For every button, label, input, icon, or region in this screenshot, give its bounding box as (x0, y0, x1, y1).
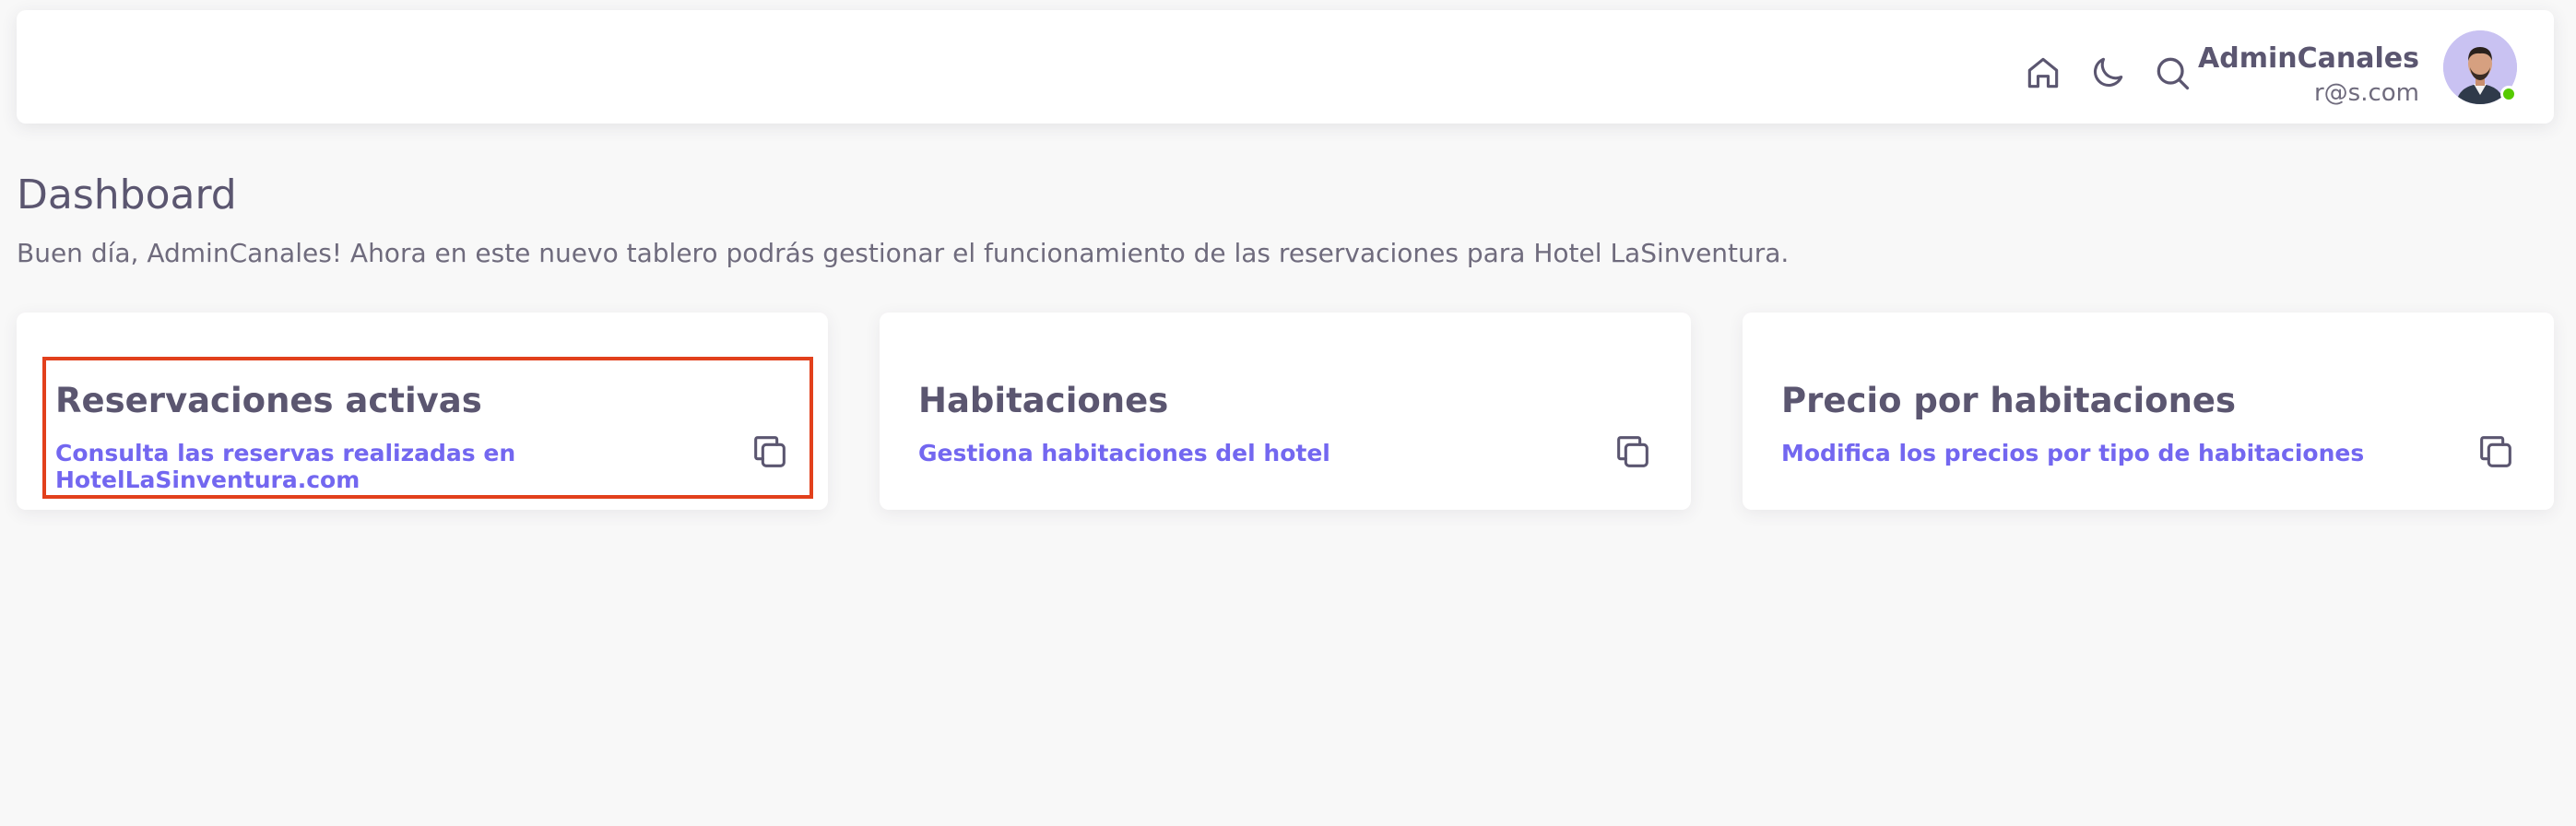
page-title: Dashboard (17, 171, 237, 218)
card-title: Habitaciones (918, 381, 1169, 420)
card-reservaciones-activas[interactable]: Reservaciones activas Consulta las reser… (17, 313, 828, 510)
user-info[interactable]: AdminCanales r@s.com (2198, 41, 2419, 110)
user-email: r@s.com (2313, 79, 2419, 107)
copy-icon[interactable] (1612, 431, 1654, 473)
card-title: Precio por habitaciones (1781, 381, 2237, 420)
card-link[interactable]: Modifica los precios por tipo de habitac… (1781, 440, 2364, 466)
user-name: AdminCanales (2198, 42, 2419, 75)
online-status-dot (2500, 86, 2517, 102)
card-link[interactable]: Gestiona habitaciones del hotel (918, 440, 1330, 466)
card-habitaciones[interactable]: Habitaciones Gestiona habitaciones del h… (880, 313, 1691, 510)
card-title: Reservaciones activas (55, 381, 482, 420)
home-icon[interactable] (2021, 51, 2065, 95)
card-precio-por-habitaciones[interactable]: Precio por habitaciones Modifica los pre… (1743, 313, 2554, 510)
page-subtitle: Buen día, AdminCanales! Ahora en este nu… (17, 238, 1790, 268)
card-link[interactable]: Consulta las reservas realizadas en Hote… (55, 440, 828, 493)
moon-icon[interactable] (2086, 51, 2130, 95)
copy-icon[interactable] (2475, 431, 2517, 473)
copy-icon[interactable] (749, 431, 791, 473)
search-icon[interactable] (2150, 51, 2194, 95)
top-navbar: AdminCanales r@s.com (17, 10, 2554, 124)
avatar[interactable] (2443, 30, 2517, 104)
